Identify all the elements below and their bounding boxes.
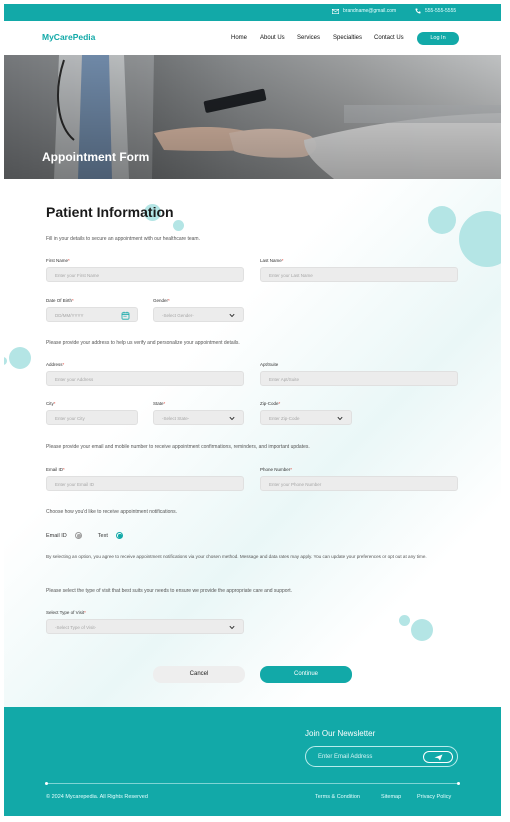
hero-title: Appointment Form <box>42 150 150 164</box>
decor-circle <box>4 357 7 365</box>
form-title: Patient Information <box>46 204 174 220</box>
footer-divider <box>45 782 460 785</box>
hero-banner: Appointment Form <box>4 55 501 179</box>
city-input[interactable]: Enter your City <box>46 410 138 425</box>
newsletter-title: Join Our Newsletter <box>305 729 376 738</box>
notify-email-radio[interactable] <box>74 532 82 539</box>
form-intro: Fill in your details to secure an appoin… <box>46 236 200 242</box>
main-nav: MyCarePedia Home About Us Services Speci… <box>4 21 501 55</box>
email-label: Email ID* <box>46 467 65 472</box>
nav-item-services[interactable]: Services <box>297 35 320 41</box>
decor-circle <box>173 220 184 231</box>
visit-label: Select Type of Visit* <box>46 610 86 615</box>
newsletter-email-input[interactable]: Enter Email Address <box>305 746 458 767</box>
login-button[interactable]: Log In <box>417 32 459 45</box>
calendar-icon[interactable] <box>121 311 130 320</box>
chevron-down-icon <box>229 416 235 421</box>
visit-placeholder: -Select Type of Visit- <box>55 625 97 630</box>
topbar-email-text: brandname@gmail.com <box>343 8 397 14</box>
nav-item-about[interactable]: About Us <box>260 35 285 41</box>
notify-text-label: Text <box>97 532 108 539</box>
apt-input[interactable]: Enter Apt/Suite <box>260 371 458 386</box>
last-name-label: Last Name* <box>260 258 284 263</box>
dob-input[interactable]: DD/MM/YYYY <box>46 307 138 322</box>
copyright: © 2024 Mycarepedia. All Rights Reserved <box>46 794 148 800</box>
footer-link-sitemap[interactable]: Sitemap <box>381 794 401 800</box>
first-name-input[interactable]: Enter your First Name <box>46 267 244 282</box>
consent-text: By selecting an option, you agree to rec… <box>46 554 427 559</box>
chevron-down-icon <box>229 313 235 318</box>
state-select[interactable]: -Select State- <box>153 410 244 425</box>
footer: Join Our Newsletter Enter Email Address … <box>4 707 501 816</box>
last-name-input[interactable]: Enter your Last Name <box>260 267 458 282</box>
state-label: State* <box>153 401 166 406</box>
notify-text-radio[interactable] <box>115 532 123 539</box>
visit-type-select[interactable]: -Select Type of Visit- <box>46 619 244 634</box>
appointment-form: Patient Information Fill in your details… <box>4 179 501 709</box>
nav-item-home[interactable]: Home <box>231 35 247 41</box>
city-label: City* <box>46 401 56 406</box>
decor-circle <box>399 615 410 626</box>
address-input[interactable]: Enter your Address <box>46 371 244 386</box>
zip-placeholder: Enter Zip-Code <box>269 416 300 421</box>
address-label: Address* <box>46 362 65 367</box>
gender-select[interactable]: -Select Gender- <box>153 307 244 322</box>
chevron-down-icon <box>337 416 343 421</box>
decor-circle <box>459 211 501 267</box>
nav-item-specialties[interactable]: Specialties <box>333 35 362 41</box>
zip-label: Zip-Code* <box>260 401 281 406</box>
first-name-label: First Name* <box>46 258 70 263</box>
gender-label: Gender* <box>153 298 170 303</box>
phone-icon <box>415 8 421 14</box>
notify-email-label: Email ID <box>46 532 67 539</box>
continue-button[interactable]: Continue <box>260 666 352 683</box>
topbar-phone-text: 555-555-5555 <box>425 8 457 14</box>
nav-item-contact[interactable]: Contact Us <box>374 35 404 41</box>
phone-label: Phone Number* <box>260 467 293 472</box>
email-input[interactable]: Enter your Email ID <box>46 476 244 491</box>
footer-link-privacy[interactable]: Privacy Policy <box>417 794 451 800</box>
top-bar: brandname@gmail.com 555-555-5555 <box>4 4 501 21</box>
gender-placeholder: -Select Gender- <box>162 313 194 318</box>
state-placeholder: -Select State- <box>162 416 190 421</box>
address-note: Please provide your address to help us v… <box>46 340 240 346</box>
newsletter-placeholder: Enter Email Address <box>318 754 373 760</box>
decor-circle <box>411 619 433 641</box>
footer-link-terms[interactable]: Terms & Condition <box>315 794 360 800</box>
dob-label: Date Of Birth* <box>46 298 74 303</box>
decor-circle <box>428 206 456 234</box>
mail-icon <box>332 8 339 14</box>
cancel-button[interactable]: Cancel <box>153 666 245 683</box>
topbar-email[interactable]: brandname@gmail.com <box>332 8 396 14</box>
dob-placeholder: DD/MM/YYYY <box>55 313 84 318</box>
page: brandname@gmail.com 555-555-5555 MyCareP… <box>4 4 501 816</box>
notify-options: Email ID Text <box>46 532 123 539</box>
apt-label: Apt/Suite <box>260 362 279 367</box>
send-icon <box>434 754 442 760</box>
contact-note: Please provide your email and mobile num… <box>46 444 310 450</box>
chevron-down-icon <box>229 625 235 630</box>
logo[interactable]: MyCarePedia <box>42 32 95 42</box>
phone-input[interactable]: Enter your Phone Number <box>260 476 458 491</box>
topbar-phone[interactable]: 555-555-5555 <box>415 8 456 14</box>
visit-note: Please select the type of visit that bes… <box>46 588 292 594</box>
decor-circle <box>9 347 31 369</box>
notify-note: Choose how you'd like to receive appoint… <box>46 509 178 515</box>
newsletter-send-button[interactable] <box>423 751 453 763</box>
zip-select[interactable]: Enter Zip-Code <box>260 410 352 425</box>
